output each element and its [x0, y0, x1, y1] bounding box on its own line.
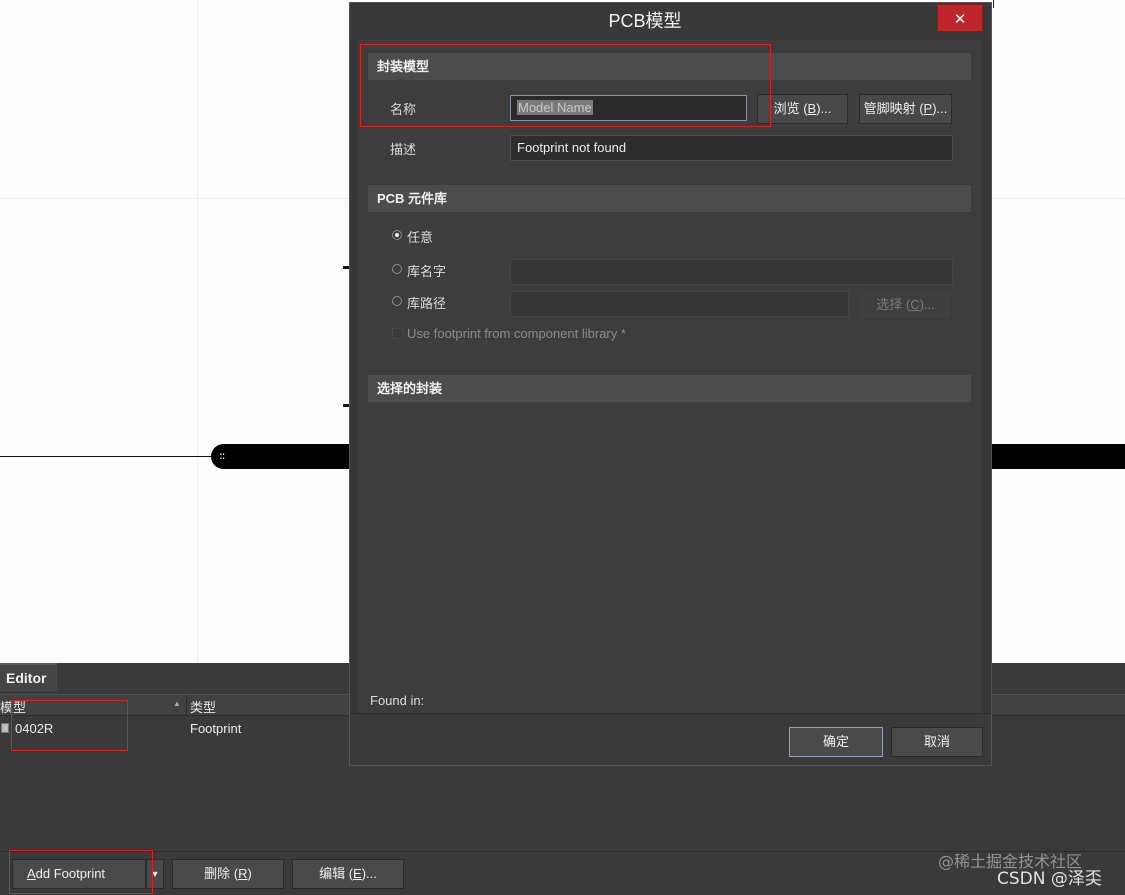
schematic-wire — [0, 456, 214, 457]
column-header-type[interactable]: 类型 — [190, 697, 216, 716]
section-footprint-model: 封装模型 — [368, 53, 971, 80]
footprint-name-input[interactable]: Model Name — [510, 95, 747, 121]
chevron-down-icon[interactable]: ▼ — [146, 859, 164, 889]
radio-library-name-label[interactable]: 库名字 — [407, 261, 446, 280]
ok-button[interactable]: 确定 — [789, 727, 883, 757]
delete-button[interactable]: 删除 (R) — [172, 859, 284, 889]
dialog-body: 封装模型 名称 Model Name 浏览 (B)... 管脚映射 (P)...… — [358, 40, 982, 713]
sort-up-icon: ▲ — [173, 699, 181, 708]
name-label: 名称 — [390, 102, 417, 117]
schematic-line — [993, 0, 994, 8]
choose-button[interactable]: 选择 (C)... — [859, 290, 952, 320]
radio-any[interactable] — [392, 230, 402, 240]
use-component-library-label[interactable]: Use footprint from component library * — [407, 326, 626, 341]
component-body-left[interactable]: :: — [211, 444, 361, 469]
section-pcb-library: PCB 元件库 — [368, 185, 971, 212]
dialog-titlebar[interactable]: PCB模型 ✕ — [350, 3, 991, 40]
tab-editor[interactable]: Editor — [0, 663, 57, 691]
browse-button[interactable]: 浏览 (B)... — [757, 94, 848, 124]
watermark-line-2: CSDN @泽奀 — [997, 869, 1102, 889]
section-selected-footprint: 选择的封装 — [368, 375, 971, 402]
footprint-icon — [1, 723, 9, 733]
component-body-right[interactable] — [985, 444, 1125, 469]
row-model-name: 0402R — [15, 721, 54, 736]
dialog-footer: 确定 取消 — [350, 713, 991, 765]
edit-button[interactable]: 编辑 (E)... — [292, 859, 404, 889]
library-path-input[interactable] — [510, 291, 849, 317]
description-label: 描述 — [390, 142, 417, 157]
pin-map-button[interactable]: 管脚映射 (P)... — [859, 94, 952, 124]
add-footprint-button[interactable]: Add Footprint — [12, 859, 146, 889]
radio-library-name[interactable] — [392, 264, 402, 274]
found-in-label: Found in: — [370, 693, 425, 708]
row-model-type: Footprint — [190, 721, 242, 736]
column-divider[interactable] — [186, 695, 187, 717]
dialog-title: PCB模型 — [608, 11, 682, 31]
grip-icon: :: — [219, 449, 226, 462]
use-component-library-checkbox[interactable] — [392, 328, 403, 339]
cancel-button[interactable]: 取消 — [891, 727, 983, 757]
pcb-model-dialog: PCB模型 ✕ 封装模型 名称 Model Name 浏览 (B)... 管脚映… — [349, 2, 992, 766]
close-icon[interactable]: ✕ — [937, 4, 983, 32]
radio-library-path-label[interactable]: 库路径 — [407, 293, 446, 312]
radio-any-label[interactable]: 任意 — [407, 227, 433, 246]
radio-library-path[interactable] — [392, 296, 402, 306]
footprint-name-value: Model Name — [517, 100, 593, 115]
column-header-model[interactable]: 模型 — [0, 697, 26, 716]
description-field[interactable]: Footprint not found — [510, 135, 953, 161]
library-name-input[interactable] — [510, 259, 953, 285]
grid-line — [197, 0, 198, 663]
